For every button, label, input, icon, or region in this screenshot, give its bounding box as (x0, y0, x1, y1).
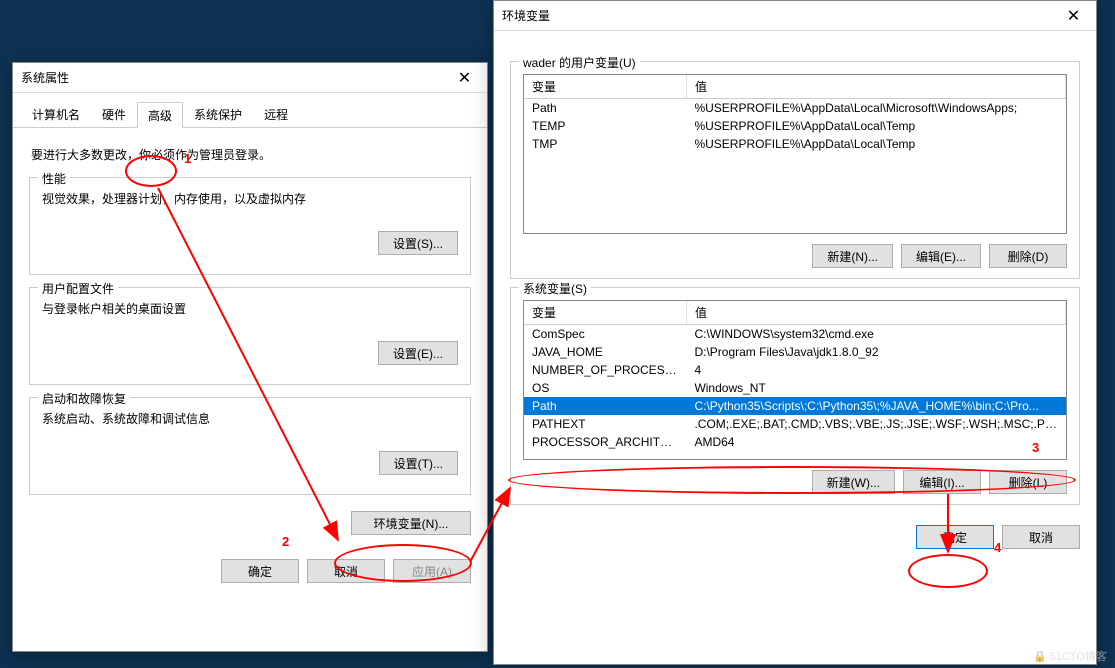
environment-variables-button[interactable]: 环境变量(N)... (351, 511, 471, 535)
close-icon[interactable]: ✕ (1051, 1, 1096, 31)
system-variables-group: 系统变量(S) 变量 值 ComSpecC:\WINDOWS\system32\… (510, 287, 1080, 505)
var-value: %USERPROFILE%\AppData\Local\Temp (686, 135, 1065, 153)
performance-group: 性能 视觉效果，处理器计划，内存使用，以及虚拟内存 设置(S)... (29, 177, 471, 275)
system-variables-table-wrap[interactable]: 变量 值 ComSpecC:\WINDOWS\system32\cmd.exeJ… (523, 300, 1067, 460)
table-row[interactable]: PathC:\Python35\Scripts\;C:\Python35\;%J… (524, 397, 1066, 415)
user-profile-group: 用户配置文件 与登录帐户相关的桌面设置 设置(E)... (29, 287, 471, 385)
table-row[interactable]: PATHEXT.COM;.EXE;.BAT;.CMD;.VBS;.VBE;.JS… (524, 415, 1066, 433)
user-profile-settings-button[interactable]: 设置(E)... (378, 341, 458, 365)
var-name: PROCESSOR_ARCHITECT... (524, 433, 686, 451)
user-variables-group: wader 的用户变量(U) 变量 值 Path%USERPROFILE%\Ap… (510, 61, 1080, 279)
table-row[interactable]: NUMBER_OF_PROCESSORS4 (524, 361, 1066, 379)
dialog-title: 系统属性 (21, 69, 69, 86)
tab-hardware[interactable]: 硬件 (91, 101, 137, 127)
user-new-button[interactable]: 新建(N)... (812, 244, 893, 268)
col-variable[interactable]: 变量 (524, 75, 686, 99)
user-edit-button[interactable]: 编辑(E)... (901, 244, 981, 268)
tab-content: 要进行大多数更改，你必须作为管理员登录。 性能 视觉效果，处理器计划，内存使用，… (13, 128, 487, 547)
ok-button[interactable]: 确定 (221, 559, 299, 583)
startup-recovery-group: 启动和故障恢复 系统启动、系统故障和调试信息 设置(T)... (29, 397, 471, 495)
apply-button[interactable]: 应用(A) (393, 559, 471, 583)
watermark: 🔒 51CTO博客 (1033, 648, 1107, 664)
user-variables-table: 变量 值 Path%USERPROFILE%\AppData\Local\Mic… (524, 75, 1066, 153)
var-name: TEMP (524, 117, 686, 135)
startup-title: 启动和故障恢复 (38, 390, 130, 407)
var-value: AMD64 (686, 433, 1065, 451)
cancel-button[interactable]: 取消 (307, 559, 385, 583)
performance-settings-button[interactable]: 设置(S)... (378, 231, 458, 255)
var-value: D:\Program Files\Java\jdk1.8.0_92 (686, 343, 1065, 361)
performance-desc: 视觉效果，处理器计划，内存使用，以及虚拟内存 (42, 190, 458, 207)
performance-title: 性能 (38, 170, 70, 187)
col-value[interactable]: 值 (686, 301, 1065, 325)
system-variables-table: 变量 值 ComSpecC:\WINDOWS\system32\cmd.exeJ… (524, 301, 1066, 451)
var-value: C:\Python35\Scripts\;C:\Python35\;%JAVA_… (686, 397, 1065, 415)
table-row[interactable]: OSWindows_NT (524, 379, 1066, 397)
titlebar: 环境变量 ✕ (494, 1, 1096, 31)
user-variables-table-wrap[interactable]: 变量 值 Path%USERPROFILE%\AppData\Local\Mic… (523, 74, 1067, 234)
user-profile-title: 用户配置文件 (38, 280, 118, 297)
system-properties-dialog: 系统属性 ✕ 计算机名 硬件 高级 系统保护 远程 要进行大多数更改，你必须作为… (12, 62, 488, 652)
system-variables-title: 系统变量(S) (519, 280, 591, 297)
user-delete-button[interactable]: 删除(D) (989, 244, 1067, 268)
var-name: OS (524, 379, 686, 397)
dialog-title: 环境变量 (502, 7, 550, 24)
var-value: %USERPROFILE%\AppData\Local\Temp (686, 117, 1065, 135)
startup-desc: 系统启动、系统故障和调试信息 (42, 410, 458, 427)
var-value: 4 (686, 361, 1065, 379)
tab-computer-name[interactable]: 计算机名 (21, 101, 91, 127)
ok-button[interactable]: 确定 (916, 525, 994, 549)
col-variable[interactable]: 变量 (524, 301, 686, 325)
tab-advanced[interactable]: 高级 (137, 102, 183, 128)
startup-settings-button[interactable]: 设置(T)... (379, 451, 458, 475)
user-variables-title: wader 的用户变量(U) (519, 54, 640, 71)
col-value[interactable]: 值 (686, 75, 1065, 99)
tab-bar: 计算机名 硬件 高级 系统保护 远程 (13, 93, 487, 128)
var-name: JAVA_HOME (524, 343, 686, 361)
sys-new-button[interactable]: 新建(W)... (812, 470, 895, 494)
table-row[interactable]: Path%USERPROFILE%\AppData\Local\Microsof… (524, 99, 1066, 118)
tab-remote[interactable]: 远程 (253, 101, 299, 127)
var-value: %USERPROFILE%\AppData\Local\Microsoft\Wi… (686, 99, 1065, 118)
sys-delete-button[interactable]: 删除(L) (989, 470, 1067, 494)
var-value: C:\WINDOWS\system32\cmd.exe (686, 325, 1065, 344)
var-name: PATHEXT (524, 415, 686, 433)
var-name: Path (524, 397, 686, 415)
titlebar: 系统属性 ✕ (13, 63, 487, 93)
table-row[interactable]: TEMP%USERPROFILE%\AppData\Local\Temp (524, 117, 1066, 135)
admin-note: 要进行大多数更改，你必须作为管理员登录。 (31, 146, 471, 163)
table-row[interactable]: PROCESSOR_ARCHITECT...AMD64 (524, 433, 1066, 451)
user-profile-desc: 与登录帐户相关的桌面设置 (42, 300, 458, 317)
dialog-footer: 确定 取消 (494, 513, 1096, 561)
sys-edit-button[interactable]: 编辑(I)... (903, 470, 981, 494)
dialog-footer: 确定 取消 应用(A) (13, 547, 487, 595)
var-name: ComSpec (524, 325, 686, 344)
table-row[interactable]: ComSpecC:\WINDOWS\system32\cmd.exe (524, 325, 1066, 344)
var-name: TMP (524, 135, 686, 153)
cancel-button[interactable]: 取消 (1002, 525, 1080, 549)
var-name: Path (524, 99, 686, 118)
table-row[interactable]: TMP%USERPROFILE%\AppData\Local\Temp (524, 135, 1066, 153)
var-value: .COM;.EXE;.BAT;.CMD;.VBS;.VBE;.JS;.JSE;.… (686, 415, 1065, 433)
close-icon[interactable]: ✕ (442, 63, 487, 93)
var-name: NUMBER_OF_PROCESSORS (524, 361, 686, 379)
tab-system-protection[interactable]: 系统保护 (183, 101, 253, 127)
environment-variables-dialog: 环境变量 ✕ wader 的用户变量(U) 变量 值 Path%USERPROF… (493, 0, 1097, 665)
var-value: Windows_NT (686, 379, 1065, 397)
table-row[interactable]: JAVA_HOMED:\Program Files\Java\jdk1.8.0_… (524, 343, 1066, 361)
